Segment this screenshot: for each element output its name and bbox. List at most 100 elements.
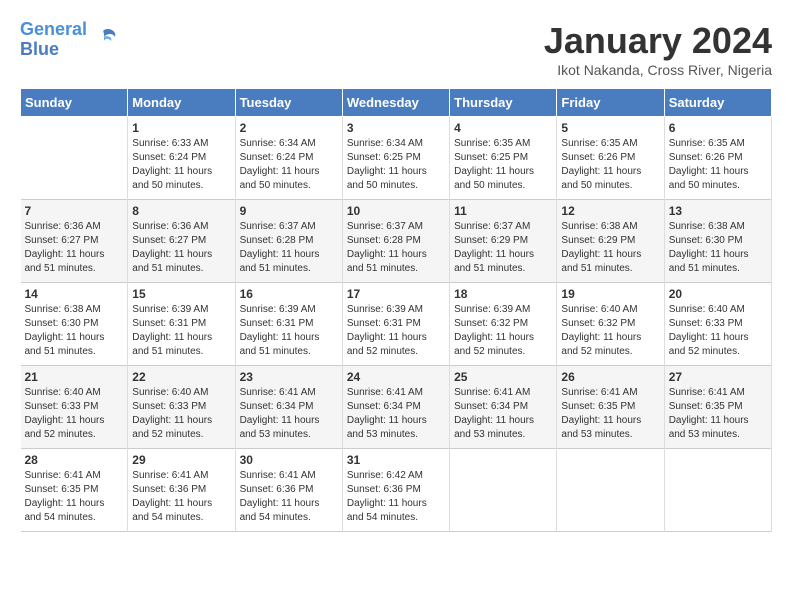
- calendar-week-row: 14 Sunrise: 6:38 AM Sunset: 6:30 PM Dayli…: [21, 283, 772, 366]
- page-header: General Blue January 2024 Ikot Nakanda, …: [20, 20, 772, 78]
- weekday-header: Saturday: [664, 89, 771, 117]
- day-number: 12: [561, 204, 659, 218]
- day-info: Sunrise: 6:39 AM Sunset: 6:31 PM Dayligh…: [240, 303, 338, 359]
- day-info: Sunrise: 6:41 AM Sunset: 6:34 PM Dayligh…: [347, 386, 445, 442]
- calendar-cell: 19 Sunrise: 6:40 AM Sunset: 6:32 PM Dayli…: [557, 283, 664, 366]
- day-number: 21: [25, 370, 124, 384]
- day-number: 18: [454, 287, 552, 301]
- calendar-cell: 28Sunrise: 6:41 AM Sunset: 6:35 PM Dayli…: [21, 449, 128, 532]
- weekday-header: Friday: [557, 89, 664, 117]
- calendar-cell: 29Sunrise: 6:41 AM Sunset: 6:36 PM Dayli…: [128, 449, 235, 532]
- weekday-header: Tuesday: [235, 89, 342, 117]
- day-number: 4: [454, 121, 552, 135]
- calendar-cell: 4 Sunrise: 6:35 AM Sunset: 6:25 PM Daylig…: [450, 117, 557, 200]
- day-number: 17: [347, 287, 445, 301]
- day-number: 23: [240, 370, 338, 384]
- calendar-cell: [21, 117, 128, 200]
- location: Ikot Nakanda, Cross River, Nigeria: [544, 62, 772, 78]
- day-info: Sunrise: 6:41 AM Sunset: 6:35 PM Dayligh…: [561, 386, 659, 442]
- calendar-week-row: 28Sunrise: 6:41 AM Sunset: 6:35 PM Dayli…: [21, 449, 772, 532]
- day-info: Sunrise: 6:40 AM Sunset: 6:33 PM Dayligh…: [669, 303, 767, 359]
- weekday-header: Wednesday: [342, 89, 449, 117]
- day-info: Sunrise: 6:41 AM Sunset: 6:34 PM Dayligh…: [454, 386, 552, 442]
- day-info: Sunrise: 6:41 AM Sunset: 6:34 PM Dayligh…: [240, 386, 338, 442]
- calendar-cell: [664, 449, 771, 532]
- weekday-header: Thursday: [450, 89, 557, 117]
- calendar-cell: 9 Sunrise: 6:37 AM Sunset: 6:28 PM Daylig…: [235, 200, 342, 283]
- day-number: 14: [25, 287, 124, 301]
- calendar-cell: 1 Sunrise: 6:33 AM Sunset: 6:24 PM Daylig…: [128, 117, 235, 200]
- day-info: Sunrise: 6:36 AM Sunset: 6:27 PM Dayligh…: [132, 220, 230, 276]
- weekday-header: Sunday: [21, 89, 128, 117]
- weekday-header: Monday: [128, 89, 235, 117]
- day-info: Sunrise: 6:42 AM Sunset: 6:36 PM Dayligh…: [347, 469, 445, 525]
- day-info: Sunrise: 6:35 AM Sunset: 6:25 PM Dayligh…: [454, 137, 552, 193]
- day-number: 9: [240, 204, 338, 218]
- day-info: Sunrise: 6:37 AM Sunset: 6:28 PM Dayligh…: [347, 220, 445, 276]
- calendar-week-row: 21 Sunrise: 6:40 AM Sunset: 6:33 PM Dayli…: [21, 366, 772, 449]
- calendar-cell: 23 Sunrise: 6:41 AM Sunset: 6:34 PM Dayli…: [235, 366, 342, 449]
- day-info: Sunrise: 6:35 AM Sunset: 6:26 PM Dayligh…: [561, 137, 659, 193]
- calendar-cell: 3 Sunrise: 6:34 AM Sunset: 6:25 PM Daylig…: [342, 117, 449, 200]
- calendar-cell: 6Sunrise: 6:35 AM Sunset: 6:26 PM Daylig…: [664, 117, 771, 200]
- day-number: 24: [347, 370, 445, 384]
- day-info: Sunrise: 6:38 AM Sunset: 6:30 PM Dayligh…: [25, 303, 124, 359]
- calendar-cell: 2 Sunrise: 6:34 AM Sunset: 6:24 PM Daylig…: [235, 117, 342, 200]
- day-number: 13: [669, 204, 767, 218]
- day-info: Sunrise: 6:41 AM Sunset: 6:35 PM Dayligh…: [669, 386, 767, 442]
- day-info: Sunrise: 6:41 AM Sunset: 6:35 PM Dayligh…: [25, 469, 124, 525]
- day-info: Sunrise: 6:36 AM Sunset: 6:27 PM Dayligh…: [25, 220, 124, 276]
- calendar-cell: 10 Sunrise: 6:37 AM Sunset: 6:28 PM Dayli…: [342, 200, 449, 283]
- day-number: 7: [25, 204, 124, 218]
- day-info: Sunrise: 6:41 AM Sunset: 6:36 PM Dayligh…: [240, 469, 338, 525]
- day-info: Sunrise: 6:40 AM Sunset: 6:33 PM Dayligh…: [132, 386, 230, 442]
- calendar-cell: 30Sunrise: 6:41 AM Sunset: 6:36 PM Dayli…: [235, 449, 342, 532]
- day-info: Sunrise: 6:34 AM Sunset: 6:24 PM Dayligh…: [240, 137, 338, 193]
- day-info: Sunrise: 6:35 AM Sunset: 6:26 PM Dayligh…: [669, 137, 767, 193]
- day-number: 22: [132, 370, 230, 384]
- calendar-week-row: 7 Sunrise: 6:36 AM Sunset: 6:27 PM Daylig…: [21, 200, 772, 283]
- day-number: 2: [240, 121, 338, 135]
- day-info: Sunrise: 6:40 AM Sunset: 6:33 PM Dayligh…: [25, 386, 124, 442]
- calendar-cell: 8Sunrise: 6:36 AM Sunset: 6:27 PM Daylig…: [128, 200, 235, 283]
- title-block: January 2024 Ikot Nakanda, Cross River, …: [544, 20, 772, 78]
- day-info: Sunrise: 6:33 AM Sunset: 6:24 PM Dayligh…: [132, 137, 230, 193]
- day-number: 26: [561, 370, 659, 384]
- calendar-cell: 12 Sunrise: 6:38 AM Sunset: 6:29 PM Dayli…: [557, 200, 664, 283]
- day-info: Sunrise: 6:39 AM Sunset: 6:31 PM Dayligh…: [132, 303, 230, 359]
- calendar-header: SundayMondayTuesdayWednesdayThursdayFrid…: [21, 89, 772, 117]
- day-number: 20: [669, 287, 767, 301]
- calendar-cell: 15Sunrise: 6:39 AM Sunset: 6:31 PM Dayli…: [128, 283, 235, 366]
- calendar-cell: 26 Sunrise: 6:41 AM Sunset: 6:35 PM Dayli…: [557, 366, 664, 449]
- day-number: 25: [454, 370, 552, 384]
- calendar-cell: 24 Sunrise: 6:41 AM Sunset: 6:34 PM Dayli…: [342, 366, 449, 449]
- calendar-cell: 25 Sunrise: 6:41 AM Sunset: 6:34 PM Dayli…: [450, 366, 557, 449]
- day-info: Sunrise: 6:40 AM Sunset: 6:32 PM Dayligh…: [561, 303, 659, 359]
- calendar-cell: 22 Sunrise: 6:40 AM Sunset: 6:33 PM Dayli…: [128, 366, 235, 449]
- day-info: Sunrise: 6:37 AM Sunset: 6:28 PM Dayligh…: [240, 220, 338, 276]
- calendar-cell: [557, 449, 664, 532]
- calendar-cell: 27 Sunrise: 6:41 AM Sunset: 6:35 PM Dayli…: [664, 366, 771, 449]
- calendar-cell: 5Sunrise: 6:35 AM Sunset: 6:26 PM Daylig…: [557, 117, 664, 200]
- calendar-cell: 20 Sunrise: 6:40 AM Sunset: 6:33 PM Dayli…: [664, 283, 771, 366]
- calendar-cell: 17Sunrise: 6:39 AM Sunset: 6:31 PM Dayli…: [342, 283, 449, 366]
- month-title: January 2024: [544, 20, 772, 62]
- calendar-cell: 11Sunrise: 6:37 AM Sunset: 6:29 PM Dayli…: [450, 200, 557, 283]
- day-number: 27: [669, 370, 767, 384]
- logo-text: General Blue: [20, 20, 87, 60]
- day-number: 19: [561, 287, 659, 301]
- day-number: 10: [347, 204, 445, 218]
- day-info: Sunrise: 6:38 AM Sunset: 6:30 PM Dayligh…: [669, 220, 767, 276]
- calendar-cell: 7 Sunrise: 6:36 AM Sunset: 6:27 PM Daylig…: [21, 200, 128, 283]
- calendar-cell: [450, 449, 557, 532]
- calendar-cell: 16 Sunrise: 6:39 AM Sunset: 6:31 PM Dayli…: [235, 283, 342, 366]
- day-number: 1: [132, 121, 230, 135]
- calendar-cell: 21 Sunrise: 6:40 AM Sunset: 6:33 PM Dayli…: [21, 366, 128, 449]
- day-info: Sunrise: 6:38 AM Sunset: 6:29 PM Dayligh…: [561, 220, 659, 276]
- calendar-cell: 13 Sunrise: 6:38 AM Sunset: 6:30 PM Dayli…: [664, 200, 771, 283]
- logo: General Blue: [20, 20, 119, 60]
- day-number: 16: [240, 287, 338, 301]
- day-info: Sunrise: 6:34 AM Sunset: 6:25 PM Dayligh…: [347, 137, 445, 193]
- day-number: 31: [347, 453, 445, 467]
- day-number: 3: [347, 121, 445, 135]
